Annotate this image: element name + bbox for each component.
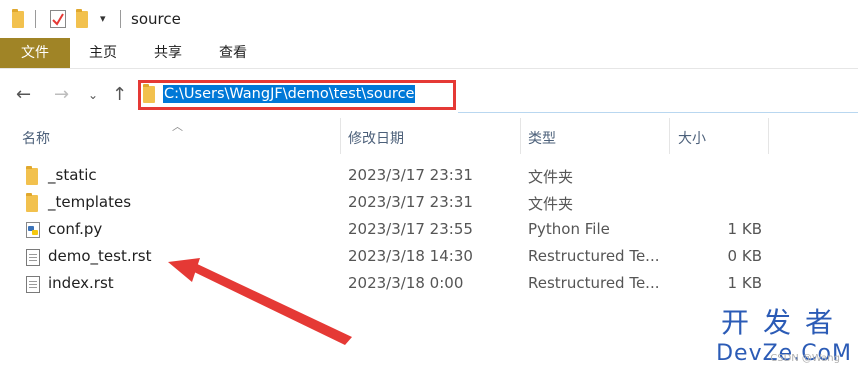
watermark-small: CSDN @Wang bbox=[770, 353, 840, 364]
watermark-chinese: 开发者 bbox=[721, 306, 848, 339]
